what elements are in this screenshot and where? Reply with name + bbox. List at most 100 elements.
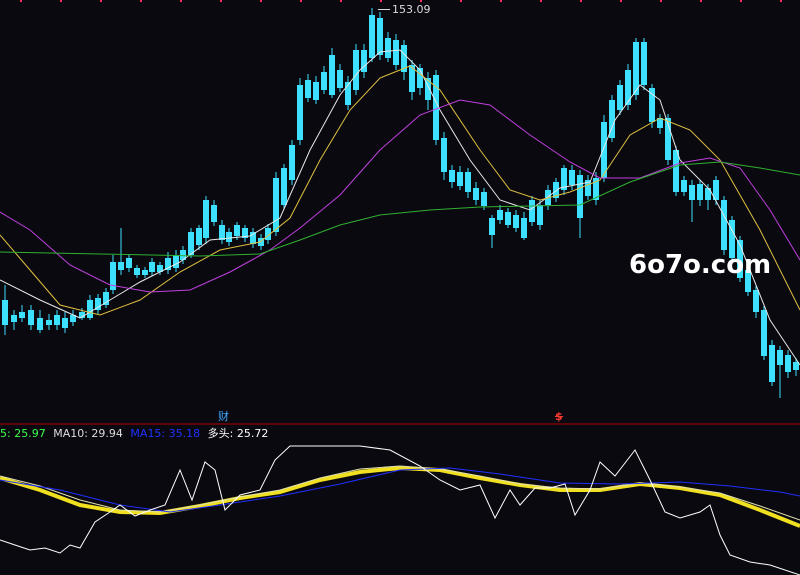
grid-dot: [780, 0, 782, 2]
site-watermark: 6o7o.com: [629, 250, 772, 280]
candle-body-down: [313, 82, 319, 100]
grid-dot: [740, 0, 742, 2]
ma-green-line: [0, 161, 800, 257]
candle-body-down: [273, 178, 279, 232]
candle-body-down: [441, 138, 447, 172]
candle-body-down: [321, 72, 327, 90]
candle-body-down: [173, 255, 179, 268]
candle-body-down: [54, 315, 60, 325]
candle-body-down: [393, 40, 399, 65]
grid-dot: [20, 0, 22, 2]
grid-dot: [500, 0, 502, 2]
candle-body-down: [297, 85, 303, 140]
candle-body-down: [2, 300, 8, 325]
candle-body-down: [289, 145, 295, 180]
candle-body-down: [521, 218, 527, 238]
candle-body-down: [537, 205, 543, 225]
candle-body-down: [577, 175, 583, 218]
legend-duotou: 多头: 25.72: [207, 427, 269, 440]
grid-dot: [420, 0, 422, 2]
candle-body-down: [649, 88, 655, 122]
grid-dot: [540, 0, 542, 2]
candle-body-down: [134, 268, 140, 275]
candle-body-down: [497, 210, 503, 220]
candle-body-down: [19, 312, 25, 318]
candle-body-down: [226, 232, 232, 242]
candle-body-down: [219, 225, 225, 240]
candle-body-down: [449, 170, 455, 182]
grid-dot: [580, 0, 582, 2]
candle-body-down: [329, 55, 335, 95]
candle-body-down: [28, 310, 34, 325]
legend-ma10: MA10: 29.94: [53, 427, 123, 440]
candle-body-down: [617, 85, 623, 110]
event-marker-caitou[interactable]: 财: [218, 411, 229, 423]
candle-body-down: [103, 292, 109, 305]
grid-dot: [140, 0, 142, 2]
candle-body-down: [641, 42, 647, 85]
candle-body-down: [369, 15, 375, 58]
candle-body-down: [211, 205, 217, 222]
grid-dot: [260, 0, 262, 2]
candle-body-down: [481, 192, 487, 206]
candle-body-down: [569, 170, 575, 185]
candle-body-down: [203, 200, 209, 238]
grid-dot: [660, 0, 662, 2]
candle-body-down: [377, 18, 383, 55]
candle-body-down: [46, 320, 52, 325]
candle-body-down: [457, 172, 463, 186]
candle-body-down: [601, 122, 607, 178]
candle-body-down: [769, 345, 775, 382]
candle-body-down: [529, 200, 535, 222]
legend-ma15: MA15: 35.18: [130, 427, 201, 440]
grid-dot: [220, 0, 222, 2]
candle-body-down: [126, 258, 132, 268]
candle-body-down: [505, 212, 511, 225]
candle-body-down: [721, 200, 727, 250]
candle-body-down: [118, 262, 124, 270]
candle-body-down: [142, 270, 148, 275]
candle-body-down: [465, 172, 471, 192]
candle-body-down: [513, 215, 519, 228]
candle-body-down: [753, 290, 759, 312]
candle-body-down: [489, 218, 495, 235]
candle-body-down: [777, 350, 783, 365]
grid-dot: [60, 0, 62, 2]
candle-body-down: [785, 355, 791, 372]
candle-body-down: [337, 70, 343, 88]
grid-dot: [380, 0, 382, 2]
candle-body-down: [673, 150, 679, 192]
grid-dot: [460, 0, 462, 2]
candle-body-down: [188, 232, 194, 255]
grid-dot: [100, 0, 102, 2]
candle-body-down: [37, 318, 43, 330]
candlestick-chart: [0, 0, 800, 575]
grid-dot: [180, 0, 182, 2]
indicator-thick-line: [0, 465, 800, 528]
candle-body-down: [793, 362, 799, 370]
candle-body-down: [305, 80, 311, 98]
candle-body-down: [234, 225, 240, 236]
candle-body-down: [473, 188, 479, 200]
candle-body-down: [385, 38, 391, 58]
event-marker-s[interactable]: $: [555, 411, 563, 423]
grid-dot: [340, 0, 342, 2]
grid-dot: [300, 0, 302, 2]
candle-body-down: [697, 184, 703, 200]
legend-ma5: 5: 25.97: [0, 427, 46, 440]
candle-body-down: [281, 168, 287, 205]
candle-body-down: [681, 180, 687, 192]
grid-dot: [620, 0, 622, 2]
ma-white-line: [0, 49, 800, 366]
candle-body-down: [87, 300, 93, 318]
indicator-legend: 5: 25.97 MA10: 29.94 MA15: 35.18 多头: 25.…: [0, 427, 272, 441]
candle-body-down: [11, 315, 17, 322]
grid-dot: [700, 0, 702, 2]
candle-body-down: [761, 310, 767, 356]
chart-stage: 153.09 财 $ 5: 25.97 MA10: 29.94 MA15: 35…: [0, 0, 800, 575]
candle-body-down: [62, 318, 68, 328]
candle-body-down: [149, 262, 155, 272]
candle-body-down: [689, 185, 695, 200]
candle-body-down: [353, 50, 359, 90]
peak-price-label: 153.09: [378, 3, 431, 16]
